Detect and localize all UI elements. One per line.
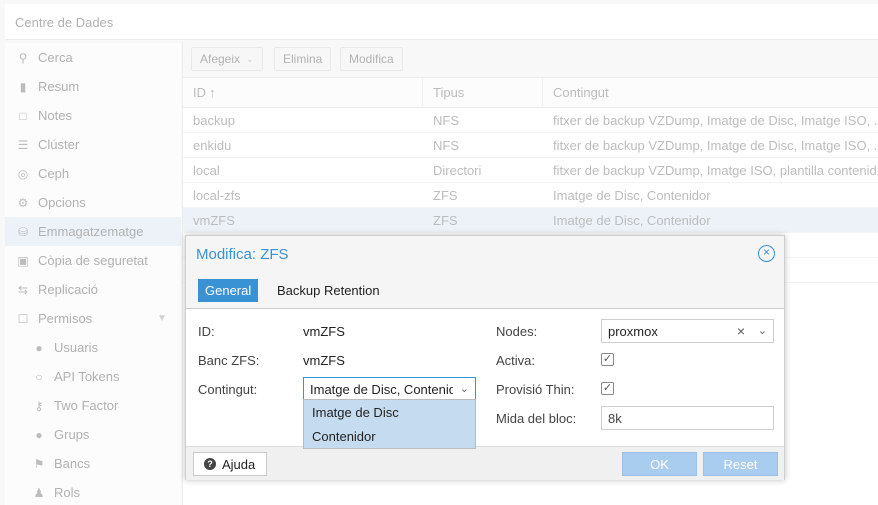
dialog-header: Modifica: ZFS ×	[186, 236, 784, 272]
content-dropdown-list: Imatge de Disc Contenidor	[303, 399, 476, 449]
question-icon: ?	[204, 458, 216, 470]
dropdown-option[interactable]: Contenidor	[304, 424, 475, 448]
content-label: Contingut:	[198, 382, 258, 397]
id-label: ID:	[198, 324, 215, 339]
zfs-pool-value: vmZFS	[303, 353, 345, 368]
help-button[interactable]: ? Ajuda	[193, 452, 267, 476]
dialog-footer: ? Ajuda OK Reset	[186, 446, 784, 480]
edit-storage-dialog: Modifica: ZFS × General Backup Retention…	[185, 235, 785, 480]
tab-general[interactable]: General	[198, 279, 259, 302]
chevron-down-icon[interactable]: ⌄	[460, 382, 469, 395]
nodes-label: Nodes:	[496, 324, 538, 339]
enable-label: Activa:	[496, 353, 536, 368]
tab-backup-retention[interactable]: Backup Retention	[270, 279, 387, 302]
content-select[interactable]: Imatge de Disc, Contenidor ⌄	[303, 377, 476, 401]
id-value: vmZFS	[303, 324, 345, 339]
dialog-body: ID: vmZFS Banc ZFS: vmZFS Contingut: Ima…	[186, 309, 784, 446]
thin-provision-checkbox[interactable]: ✓	[601, 382, 614, 395]
content-select-value: Imatge de Disc, Contenidor	[310, 381, 453, 397]
blocksize-field[interactable]: 8k	[601, 406, 774, 430]
blocksize-label: Mida del bloc:	[496, 411, 577, 426]
nodes-select-value: proxmox	[608, 323, 658, 339]
help-button-label: Ajuda	[222, 456, 256, 472]
reset-button[interactable]: Reset	[703, 452, 778, 476]
thin-provision-label: Provisió Thin:	[496, 382, 575, 397]
blocksize-value: 8k	[608, 410, 622, 426]
clear-icon[interactable]: ×	[737, 323, 745, 339]
enable-checkbox[interactable]: ✓	[601, 353, 614, 366]
chevron-down-icon[interactable]: ⌄	[758, 324, 767, 337]
nodes-select[interactable]: proxmox × ⌄	[601, 319, 774, 343]
dropdown-option[interactable]: Imatge de Disc	[304, 400, 475, 424]
dialog-title: Modifica: ZFS	[196, 246, 289, 263]
close-icon[interactable]: ×	[758, 245, 775, 262]
dialog-tabs: General Backup Retention	[186, 272, 784, 309]
ok-button[interactable]: OK	[622, 452, 697, 476]
zfs-pool-label: Banc ZFS:	[198, 353, 260, 368]
